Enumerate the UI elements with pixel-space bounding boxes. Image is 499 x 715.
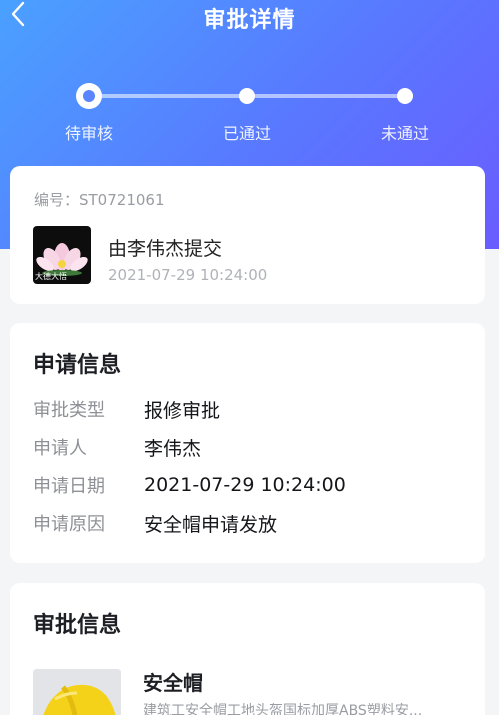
info-row-date: 申请日期 2021-07-29 10:24:00 bbox=[33, 472, 346, 498]
submitter-text: 由李伟杰提交 bbox=[108, 238, 223, 260]
step-dot-approved bbox=[239, 88, 255, 104]
step-label-rejected: 未通过 bbox=[380, 124, 429, 143]
info-value: 报修审批 bbox=[144, 399, 221, 422]
hard-hat-icon bbox=[33, 669, 121, 715]
submit-time: 2021-07-29 10:24:00 bbox=[108, 266, 268, 284]
info-label: 申请人 bbox=[33, 438, 87, 459]
info-label: 申请日期 bbox=[33, 476, 105, 497]
info-label: 审批类型 bbox=[33, 400, 105, 421]
approval-progress: 待审核 已通过 未通过 bbox=[0, 83, 499, 144]
info-row-reason: 申请原因 安全帽申请发放 bbox=[33, 510, 277, 536]
submission-card: 编号：ST0721061 大德大悟 由李伟杰提交 2021-07-29 10:2… bbox=[10, 166, 485, 304]
approval-info-card: 审批信息 安全帽 建筑工安全帽工地头盔国标加厚ABS塑料安... bbox=[10, 583, 485, 715]
product-image[interactable] bbox=[33, 669, 121, 715]
info-value: 安全帽申请发放 bbox=[144, 513, 278, 536]
info-value: 2021-07-29 10:24:00 bbox=[144, 474, 346, 496]
info-row-type: 审批类型 报修审批 bbox=[33, 396, 220, 422]
step-label-pending-review: 待审核 bbox=[64, 124, 113, 143]
info-value: 李伟杰 bbox=[144, 437, 202, 460]
page-title: 审批详情 bbox=[203, 8, 296, 33]
info-row-applicant: 申请人 李伟杰 bbox=[33, 434, 201, 460]
product-name: 安全帽 bbox=[143, 671, 203, 695]
nav-bar: 审批详情 bbox=[0, 0, 499, 34]
avatar: 大德大悟 bbox=[33, 226, 91, 284]
info-label: 申请原因 bbox=[33, 514, 105, 535]
product-description: 建筑工安全帽工地头盔国标加厚ABS塑料安... bbox=[143, 703, 423, 715]
step-dot-pending-review bbox=[76, 83, 102, 109]
step-dot-rejected bbox=[397, 88, 413, 104]
serial-number: 编号：ST0721061 bbox=[34, 191, 165, 209]
avatar-caption: 大德大悟 bbox=[35, 272, 67, 281]
step-label-approved: 已通过 bbox=[222, 124, 271, 143]
section-title-approval: 审批信息 bbox=[33, 613, 122, 638]
section-title-application: 申请信息 bbox=[33, 353, 122, 378]
application-info-card: 申请信息 审批类型 报修审批 申请人 李伟杰 申请日期 2021-07-29 1… bbox=[10, 323, 485, 563]
